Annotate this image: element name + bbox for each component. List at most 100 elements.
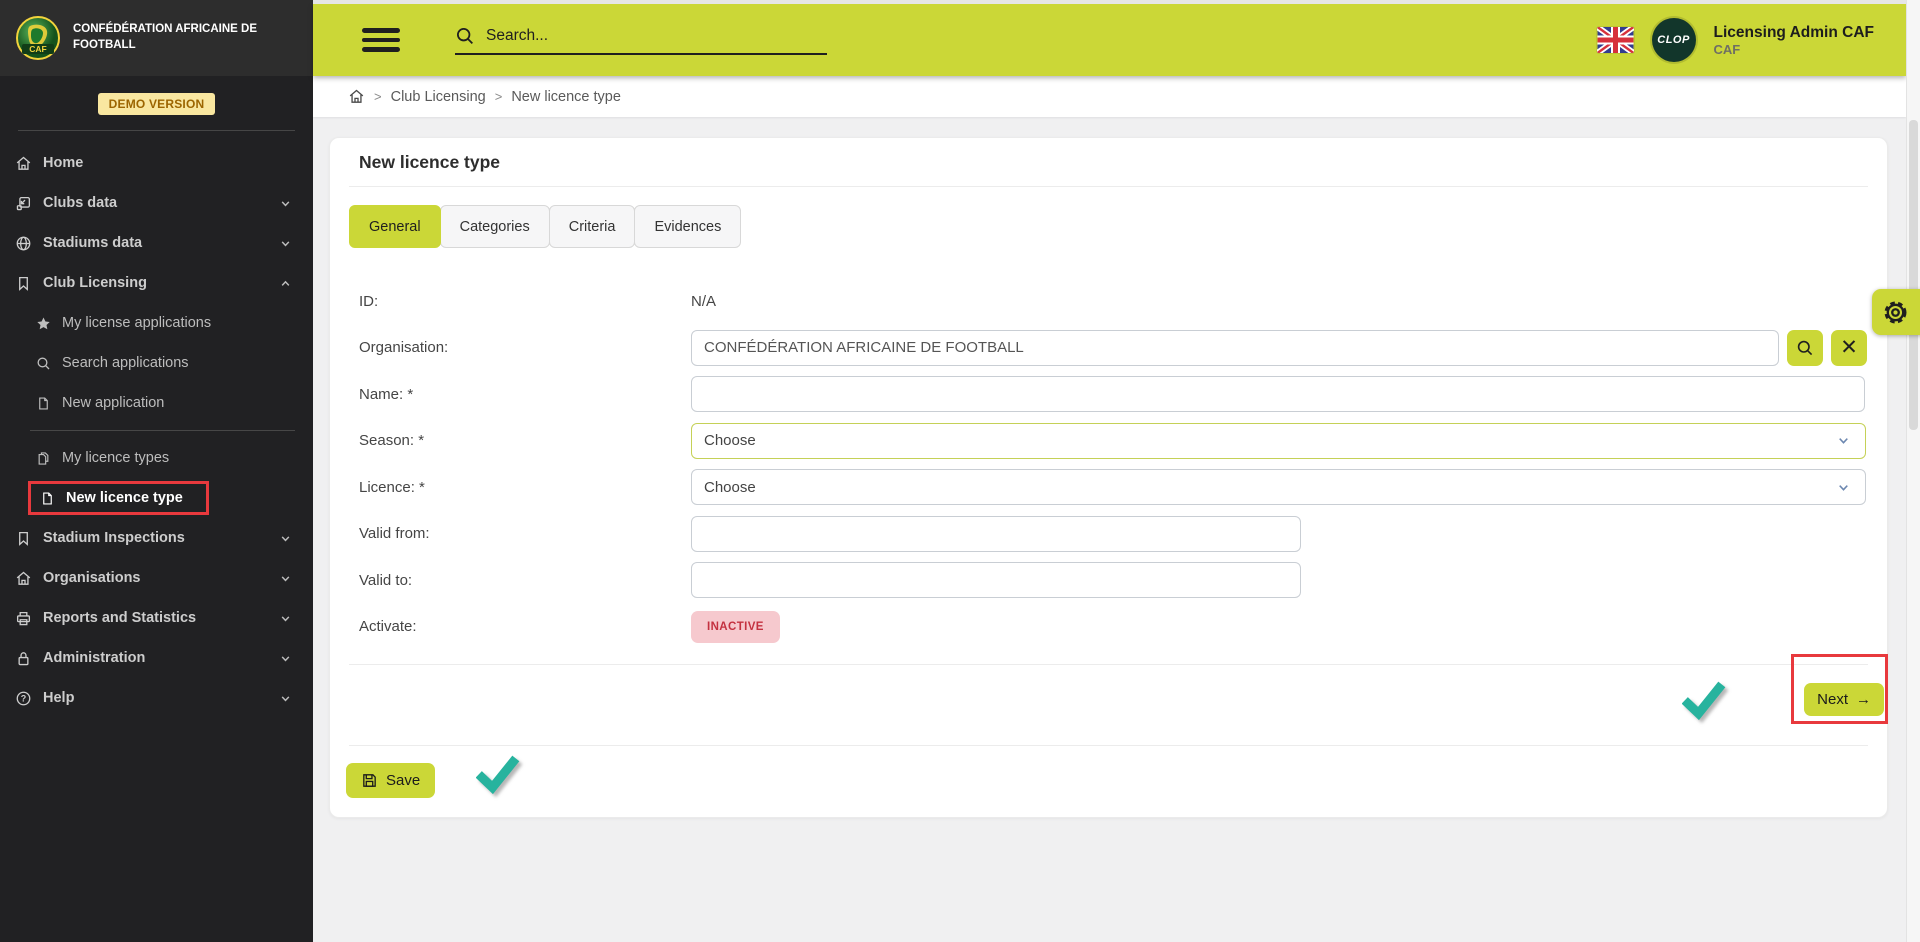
sidebar-item-home[interactable]: Home [0,143,313,183]
sidebar-item-search-applications[interactable]: Search applications [0,343,313,383]
name-label: Name: * [359,386,691,403]
search-input[interactable] [486,27,786,45]
chevron-down-icon [278,196,293,211]
globe-icon [15,235,32,252]
chevron-down-icon [278,611,293,626]
gear-icon [1882,299,1909,326]
organisation-search-button[interactable] [1787,330,1823,366]
search-icon [455,26,475,46]
valid-from-label: Valid from: [359,525,691,542]
top-bar: CLOP Licensing Admin CAF CAF [313,4,1906,76]
uk-flag-icon[interactable] [1597,27,1634,53]
valid-from-field[interactable] [691,516,1301,552]
caf-logo: CAF [16,16,60,60]
user-info[interactable]: Licensing Admin CAF CAF [1714,23,1874,57]
tab-evidences[interactable]: Evidences [634,205,741,248]
new-licence-type-card: New licence type General Categories Crit… [329,137,1888,818]
valid-to-field[interactable] [691,562,1301,598]
form-row-licence: Licence: * Choose [349,464,1868,511]
breadcrumb-separator: > [374,89,382,104]
breadcrumb-club-licensing[interactable]: Club Licensing [391,89,486,105]
name-field[interactable] [691,376,1865,412]
sidebar-org-name: CONFÉDÉRATION AFRICAINE DE FOOTBALL [73,22,273,53]
sidebar-item-label: Administration [43,650,145,666]
chevron-down-icon [278,236,293,251]
printer-icon [15,610,32,627]
sidebar-item-organisations[interactable]: Organisations [0,558,313,598]
scrollbar-thumb[interactable] [1909,120,1918,430]
lock-icon [15,650,32,667]
close-icon: ✕ [1840,337,1858,358]
next-button-label: Next [1817,691,1848,708]
building-icon [15,570,32,587]
annotation-checkmark [476,755,520,800]
clubs-data-icon [15,195,32,212]
demo-version-badge: DEMO VERSION [98,93,216,115]
tab-general[interactable]: General [349,205,441,248]
organisation-field[interactable] [691,330,1779,366]
sidebar-item-label: My licence types [62,450,169,466]
sidebar-item-label: Home [43,155,83,171]
page-title: New licence type [349,138,1868,187]
sidebar-nav: Home Clubs data Stadiums data Club Licen… [0,143,313,718]
licence-select[interactable]: Choose [691,469,1866,505]
organisation-label: Organisation: [359,339,691,356]
search-icon [1796,339,1814,357]
settings-gear-button[interactable] [1872,289,1920,335]
hamburger-menu-button[interactable] [362,23,400,57]
next-button[interactable]: Next → [1804,683,1884,716]
tab-criteria[interactable]: Criteria [549,205,636,248]
sidebar-item-reports-statistics[interactable]: Reports and Statistics [0,598,313,638]
breadcrumb-separator: > [495,89,503,104]
organisation-clear-button[interactable]: ✕ [1831,330,1867,366]
id-label: ID: [359,293,691,310]
sidebar-item-new-licence-type[interactable]: New licence type [28,481,209,515]
chevron-up-icon [278,276,293,291]
bookmark-icon [15,530,32,547]
sidebar-item-label: Search applications [62,355,189,371]
licence-select-value: Choose [704,479,756,496]
form-row-valid-from: Valid from: [349,511,1868,558]
user-avatar[interactable]: CLOP [1652,18,1696,62]
sidebar-item-clubs-data[interactable]: Clubs data [0,183,313,223]
activate-status-badge[interactable]: INACTIVE [691,611,780,643]
valid-to-label: Valid to: [359,572,691,589]
tab-categories[interactable]: Categories [440,205,550,248]
sidebar-item-new-application[interactable]: New application [0,383,313,423]
user-name: Licensing Admin CAF [1714,23,1874,42]
arrow-right-icon: → [1856,691,1871,708]
sidebar-item-label: Help [43,690,74,706]
annotation-checkmark [1682,681,1726,726]
form-row-season: Season: * Choose [349,418,1868,465]
chevron-down-icon [278,651,293,666]
sidebar-item-my-license-applications[interactable]: My license applications [0,303,313,343]
home-icon[interactable] [348,88,365,105]
sidebar-item-club-licensing[interactable]: Club Licensing [0,263,313,303]
sidebar-item-my-licence-types[interactable]: My licence types [0,438,313,478]
chevron-down-icon [1835,432,1852,449]
save-button[interactable]: Save [346,763,435,798]
breadcrumb: > Club Licensing > New licence type [313,76,1906,117]
form-row-organisation: Organisation: ✕ [349,325,1868,372]
sidebar-header: CAF CONFÉDÉRATION AFRICAINE DE FOOTBALL [0,0,313,76]
sidebar-item-label: New application [62,395,164,411]
home-icon [15,155,32,172]
scrollbar-track[interactable] [1906,0,1920,942]
sidebar-item-stadium-inspections[interactable]: Stadium Inspections [0,518,313,558]
svg-text:CAF: CAF [29,44,46,54]
sidebar-divider [30,430,295,431]
activate-label: Activate: [359,618,691,635]
sidebar-item-label: Clubs data [43,195,117,211]
sidebar-item-label: Stadiums data [43,235,142,251]
season-select[interactable]: Choose [691,423,1866,459]
avatar-text: CLOP [1657,34,1690,46]
sidebar-item-label: Reports and Statistics [43,610,196,626]
sidebar-item-administration[interactable]: Administration [0,638,313,678]
sidebar-item-stadiums-data[interactable]: Stadiums data [0,223,313,263]
chevron-down-icon [278,571,293,586]
sidebar-item-help[interactable]: Help [0,678,313,718]
chevron-down-icon [1835,479,1852,496]
search-icon [36,356,51,371]
sidebar: CAF CONFÉDÉRATION AFRICAINE DE FOOTBALL … [0,0,313,942]
file-icon [40,491,55,506]
